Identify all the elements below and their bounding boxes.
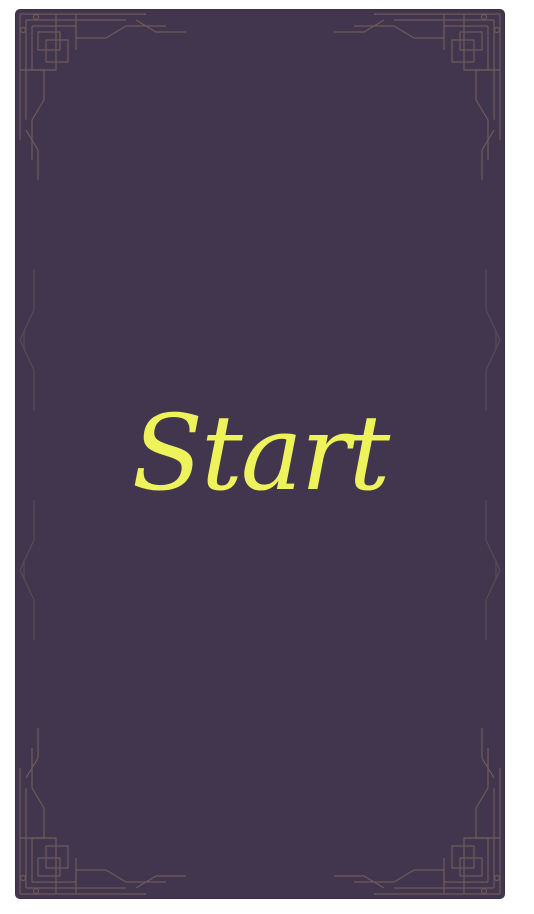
card-frame-ornament (19, 13, 501, 895)
game-screen: Start (0, 0, 534, 914)
corner-ornament-bottom-right-icon (333, 727, 501, 895)
start-label: Start (131, 392, 391, 514)
corner-ornament-top-right-icon (333, 13, 501, 181)
edge-ornament-right-upper-icon (485, 269, 501, 411)
edge-ornament-left-upper-icon (19, 269, 35, 411)
corner-ornament-top-left-icon (19, 13, 187, 181)
corner-ornament-bottom-left-icon (19, 727, 187, 895)
start-card[interactable]: Start (16, 10, 504, 898)
edge-ornament-left-lower-icon (19, 499, 35, 641)
edge-ornament-right-lower-icon (485, 499, 501, 641)
